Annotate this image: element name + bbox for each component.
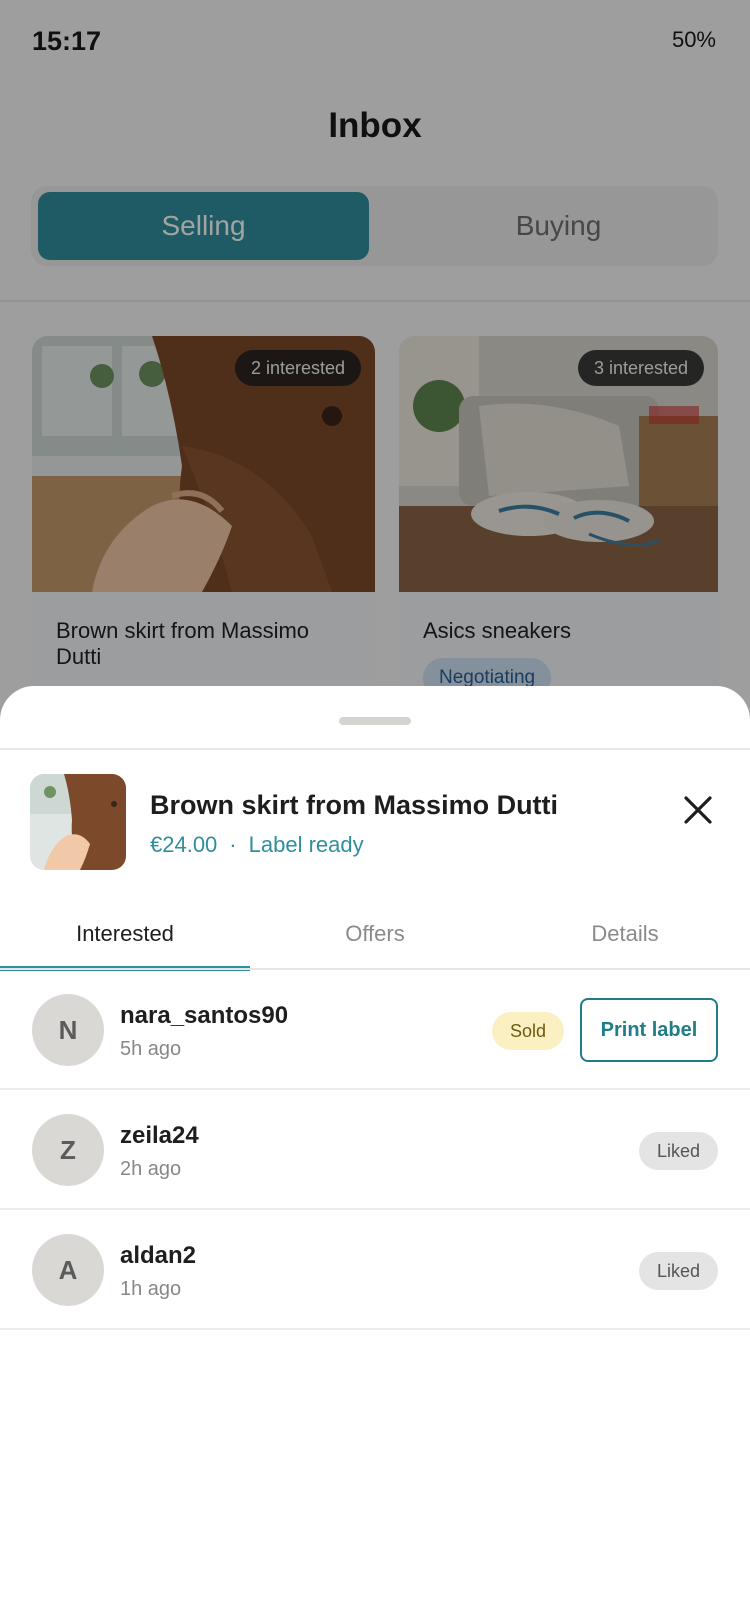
meta-separator: · [229, 832, 237, 857]
close-button[interactable] [674, 786, 722, 834]
avatar: N [32, 994, 104, 1066]
liked-badge: Liked [638, 1252, 718, 1290]
sold-badge: Sold [492, 1012, 564, 1050]
item-bottom-sheet: Brown skirt from Massimo Dutti €24.00 · … [0, 686, 750, 1624]
item-thumbnail [30, 774, 126, 870]
time-ago: 2h ago [120, 1158, 182, 1180]
tab-details[interactable]: Details [500, 900, 750, 968]
avatar: Z [32, 1114, 104, 1186]
item-status: Label ready [248, 832, 364, 857]
sheet-divider [0, 748, 750, 750]
time-ago: 5h ago [120, 1038, 182, 1060]
tab-offers[interactable]: Offers [250, 900, 500, 968]
item-price: €24.00 [150, 832, 218, 857]
time-ago: 1h ago [120, 1278, 182, 1300]
print-label-button[interactable]: Print label [580, 998, 718, 1062]
avatar: A [32, 1234, 104, 1306]
sheet-tabs: Interested Offers Details [0, 900, 750, 971]
username: nara_santos90 [120, 1002, 289, 1029]
interested-list: N nara_santos90 5h ago Sold Print label … [0, 970, 750, 1330]
liked-badge: Liked [638, 1132, 718, 1170]
close-icon [684, 796, 712, 824]
drag-handle[interactable] [339, 717, 411, 725]
tab-interested[interactable]: Interested [0, 900, 250, 968]
list-item[interactable]: N nara_santos90 5h ago Sold Print label [0, 970, 750, 1090]
item-meta: €24.00 · Label ready [150, 832, 364, 858]
list-item[interactable]: Z zeila24 2h ago Liked [0, 1090, 750, 1210]
list-item[interactable]: A aldan2 1h ago Liked [0, 1210, 750, 1330]
username: aldan2 [120, 1242, 197, 1269]
item-title: Brown skirt from Massimo Dutti [150, 790, 559, 820]
username: zeila24 [120, 1122, 199, 1149]
